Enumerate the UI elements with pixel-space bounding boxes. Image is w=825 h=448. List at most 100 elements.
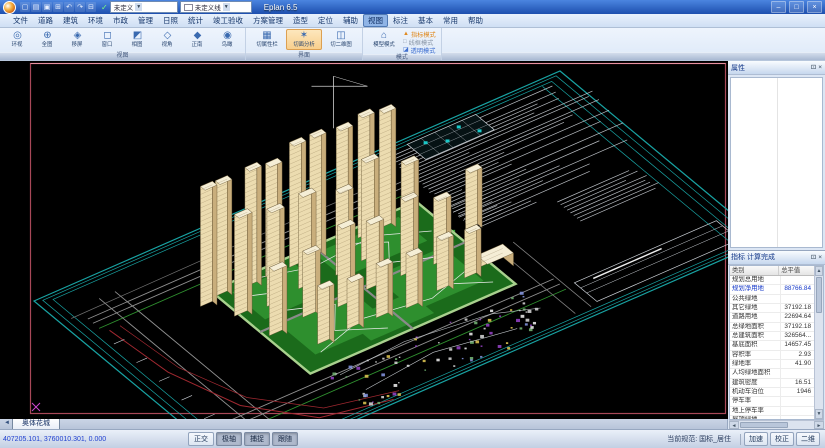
toolbar-button[interactable]: ◻ 窗口 (93, 29, 122, 50)
toolbar-button[interactable]: ✶ 切面分析 (286, 29, 322, 50)
status-right-button[interactable]: 二维 (796, 432, 820, 446)
menu-item[interactable]: 建筑 (58, 14, 83, 27)
scrollbar-thumb[interactable] (740, 422, 788, 428)
menu-bar: 文件道路建筑环境市政管理日照统计竣工验收方案管理造型定位辅助视图标注基本常用帮助 (0, 14, 825, 28)
toolbar-button[interactable]: ▦ 切属性栏 (249, 29, 285, 50)
menu-item[interactable]: 市政 (108, 14, 133, 27)
indicator-row[interactable]: 公共绿地 (730, 295, 814, 304)
status-right-button[interactable]: 加速 (744, 432, 768, 446)
drawing-canvas[interactable] (0, 61, 727, 415)
quick-access-icon[interactable]: ↷ (75, 2, 85, 12)
menu-item[interactable]: 管理 (133, 14, 158, 27)
indicator-row[interactable]: 人均绿地面积 (730, 369, 814, 378)
scroll-down-icon[interactable]: ▼ (815, 409, 823, 419)
tab-scroll-left-icon[interactable]: ◄ (2, 418, 12, 429)
toolbar-button[interactable]: ◫ 切二维图 (323, 29, 359, 50)
status-toggle-button[interactable]: 跟随 (272, 432, 298, 446)
toolbar-button[interactable]: ◎ 环视 (3, 29, 32, 50)
scroll-up-icon[interactable]: ▲ (815, 266, 823, 276)
horizontal-scrollbar[interactable]: ◄ ► (729, 420, 824, 429)
menu-item[interactable]: 辅助 (338, 14, 363, 27)
indicator-name: 规划净用地 (730, 285, 781, 293)
toolbar-button-label: 切属性栏 (256, 42, 278, 48)
indicator-row[interactable]: 容积率 2.93 (730, 351, 814, 360)
menu-item[interactable]: 帮助 (463, 14, 488, 27)
indicator-name: 人均绿地面积 (730, 369, 781, 377)
toolbar-button[interactable]: ◇ 视角 (153, 29, 182, 50)
vertical-scrollbar[interactable]: ▲ ▼ (814, 266, 823, 419)
properties-list[interactable] (730, 77, 823, 248)
quick-access-icon[interactable]: ▣ (42, 2, 52, 12)
indicator-value (781, 397, 812, 405)
layer-combo[interactable]: 未定义 ▼ (110, 1, 178, 13)
scroll-right-icon[interactable]: ► (814, 421, 824, 429)
scrollbar-thumb[interactable] (816, 277, 822, 313)
menu-item[interactable]: 造型 (288, 14, 313, 27)
toolbar-button-label: 移屏 (72, 42, 83, 48)
menu-item[interactable]: 方案管理 (248, 14, 288, 27)
indicator-row[interactable]: 道路用地 22694.64 2 (730, 313, 814, 322)
indicator-row[interactable]: 地上停车率 (730, 407, 814, 416)
indicator-row[interactable]: 总绿地面积 37192.18 3 (730, 323, 814, 332)
menu-item[interactable]: 视图 (363, 14, 388, 27)
toolbar-button[interactable]: ◉ 鸟瞰 (213, 29, 242, 50)
layer-combo-value: 未定义 (114, 2, 134, 12)
menu-item[interactable]: 定位 (313, 14, 338, 27)
toolbar-button[interactable]: ⊕ 全图 (33, 29, 62, 50)
indicator-row[interactable]: 停车率 (730, 397, 814, 406)
indicator-row[interactable]: 规划净用地 88766.84 8 (730, 285, 814, 294)
quick-access-icon[interactable]: ↶ (64, 2, 74, 12)
indicator-row[interactable]: 其它绿地 37192.18 3 (730, 304, 814, 313)
indicator-row[interactable]: 基底面积 14657.45 1 (730, 341, 814, 350)
quick-access-icon[interactable]: ▤ (31, 2, 41, 12)
status-toggle-button[interactable]: 正交 (188, 432, 214, 446)
close-icon[interactable]: × (818, 63, 822, 72)
menu-item[interactable]: 文件 (8, 14, 33, 27)
indicator-row[interactable]: 建筑密度 16.51 (730, 379, 814, 388)
pin-icon[interactable]: ⊡ (811, 253, 816, 262)
toolbar-group-caption: 界面 (246, 52, 362, 60)
quick-access-icon[interactable]: ⊟ (86, 2, 96, 12)
menu-item[interactable]: 日照 (158, 14, 183, 27)
toolbar-button-label: 切面分析 (293, 42, 315, 48)
toolbar-button[interactable]: ◩ 相图 (123, 29, 152, 50)
app-logo-icon[interactable] (3, 1, 16, 14)
menu-item[interactable]: 环境 (83, 14, 108, 27)
quick-access-icon[interactable]: ⊞ (53, 2, 63, 12)
indicator-row[interactable]: 绿地率 41.90 (730, 360, 814, 369)
toolbar-button-icon: ◉ (223, 30, 232, 42)
maximize-button[interactable]: □ (789, 1, 804, 13)
status-right-button[interactable]: 校正 (770, 432, 794, 446)
close-icon[interactable]: × (818, 253, 822, 262)
linetype-combo[interactable]: 未定义线 ▼ (180, 1, 252, 13)
indicator-name: 停车率 (730, 397, 781, 405)
indicator-row[interactable]: 机动车泊位 1946 (730, 388, 814, 397)
toolbar-group-view: ◎ 环视 ⊕ 全图 ◈ 移屏 ◻ 窗口 (0, 28, 246, 60)
status-toggle-button[interactable]: 捕捉 (244, 432, 270, 446)
menu-item[interactable]: 常用 (438, 14, 463, 27)
close-button[interactable]: × (807, 1, 822, 13)
indicator-row[interactable]: 规划总用地 (730, 276, 814, 285)
menu-item[interactable]: 道路 (33, 14, 58, 27)
toolbar-button[interactable]: ◆ 正南 (183, 29, 212, 50)
indicator-row[interactable]: 总建筑面积 326564... 3 (730, 332, 814, 341)
menu-item[interactable]: 统计 (183, 14, 208, 27)
menu-item[interactable]: 竣工验收 (208, 14, 248, 27)
model-mode-button[interactable]: ⌂ 模型模式 (366, 29, 402, 50)
quick-access-icon[interactable]: ▢ (20, 2, 30, 12)
indicator-name: 公共绿地 (730, 295, 781, 303)
menu-item[interactable]: 标注 (388, 14, 413, 27)
toolbar-button-icon: ◎ (13, 30, 22, 42)
indicator-row[interactable]: 屋顶绿地 (730, 416, 814, 419)
menu-item[interactable]: 基本 (413, 14, 438, 27)
indicator-value (781, 407, 812, 415)
toolbar-button[interactable]: ◈ 移屏 (63, 29, 92, 50)
chevron-down-icon: ▼ (223, 3, 230, 11)
minimize-button[interactable]: – (771, 1, 786, 13)
status-toggle-button[interactable]: 极轴 (216, 432, 242, 446)
indicator-name: 规划总用地 (730, 276, 781, 284)
pin-icon[interactable]: ⊡ (811, 63, 816, 72)
mode-menu-item[interactable]: ◪ 透明模式 (403, 46, 436, 54)
scroll-left-icon[interactable]: ◄ (729, 421, 739, 429)
toolbar-button-icon: ◇ (164, 30, 172, 42)
